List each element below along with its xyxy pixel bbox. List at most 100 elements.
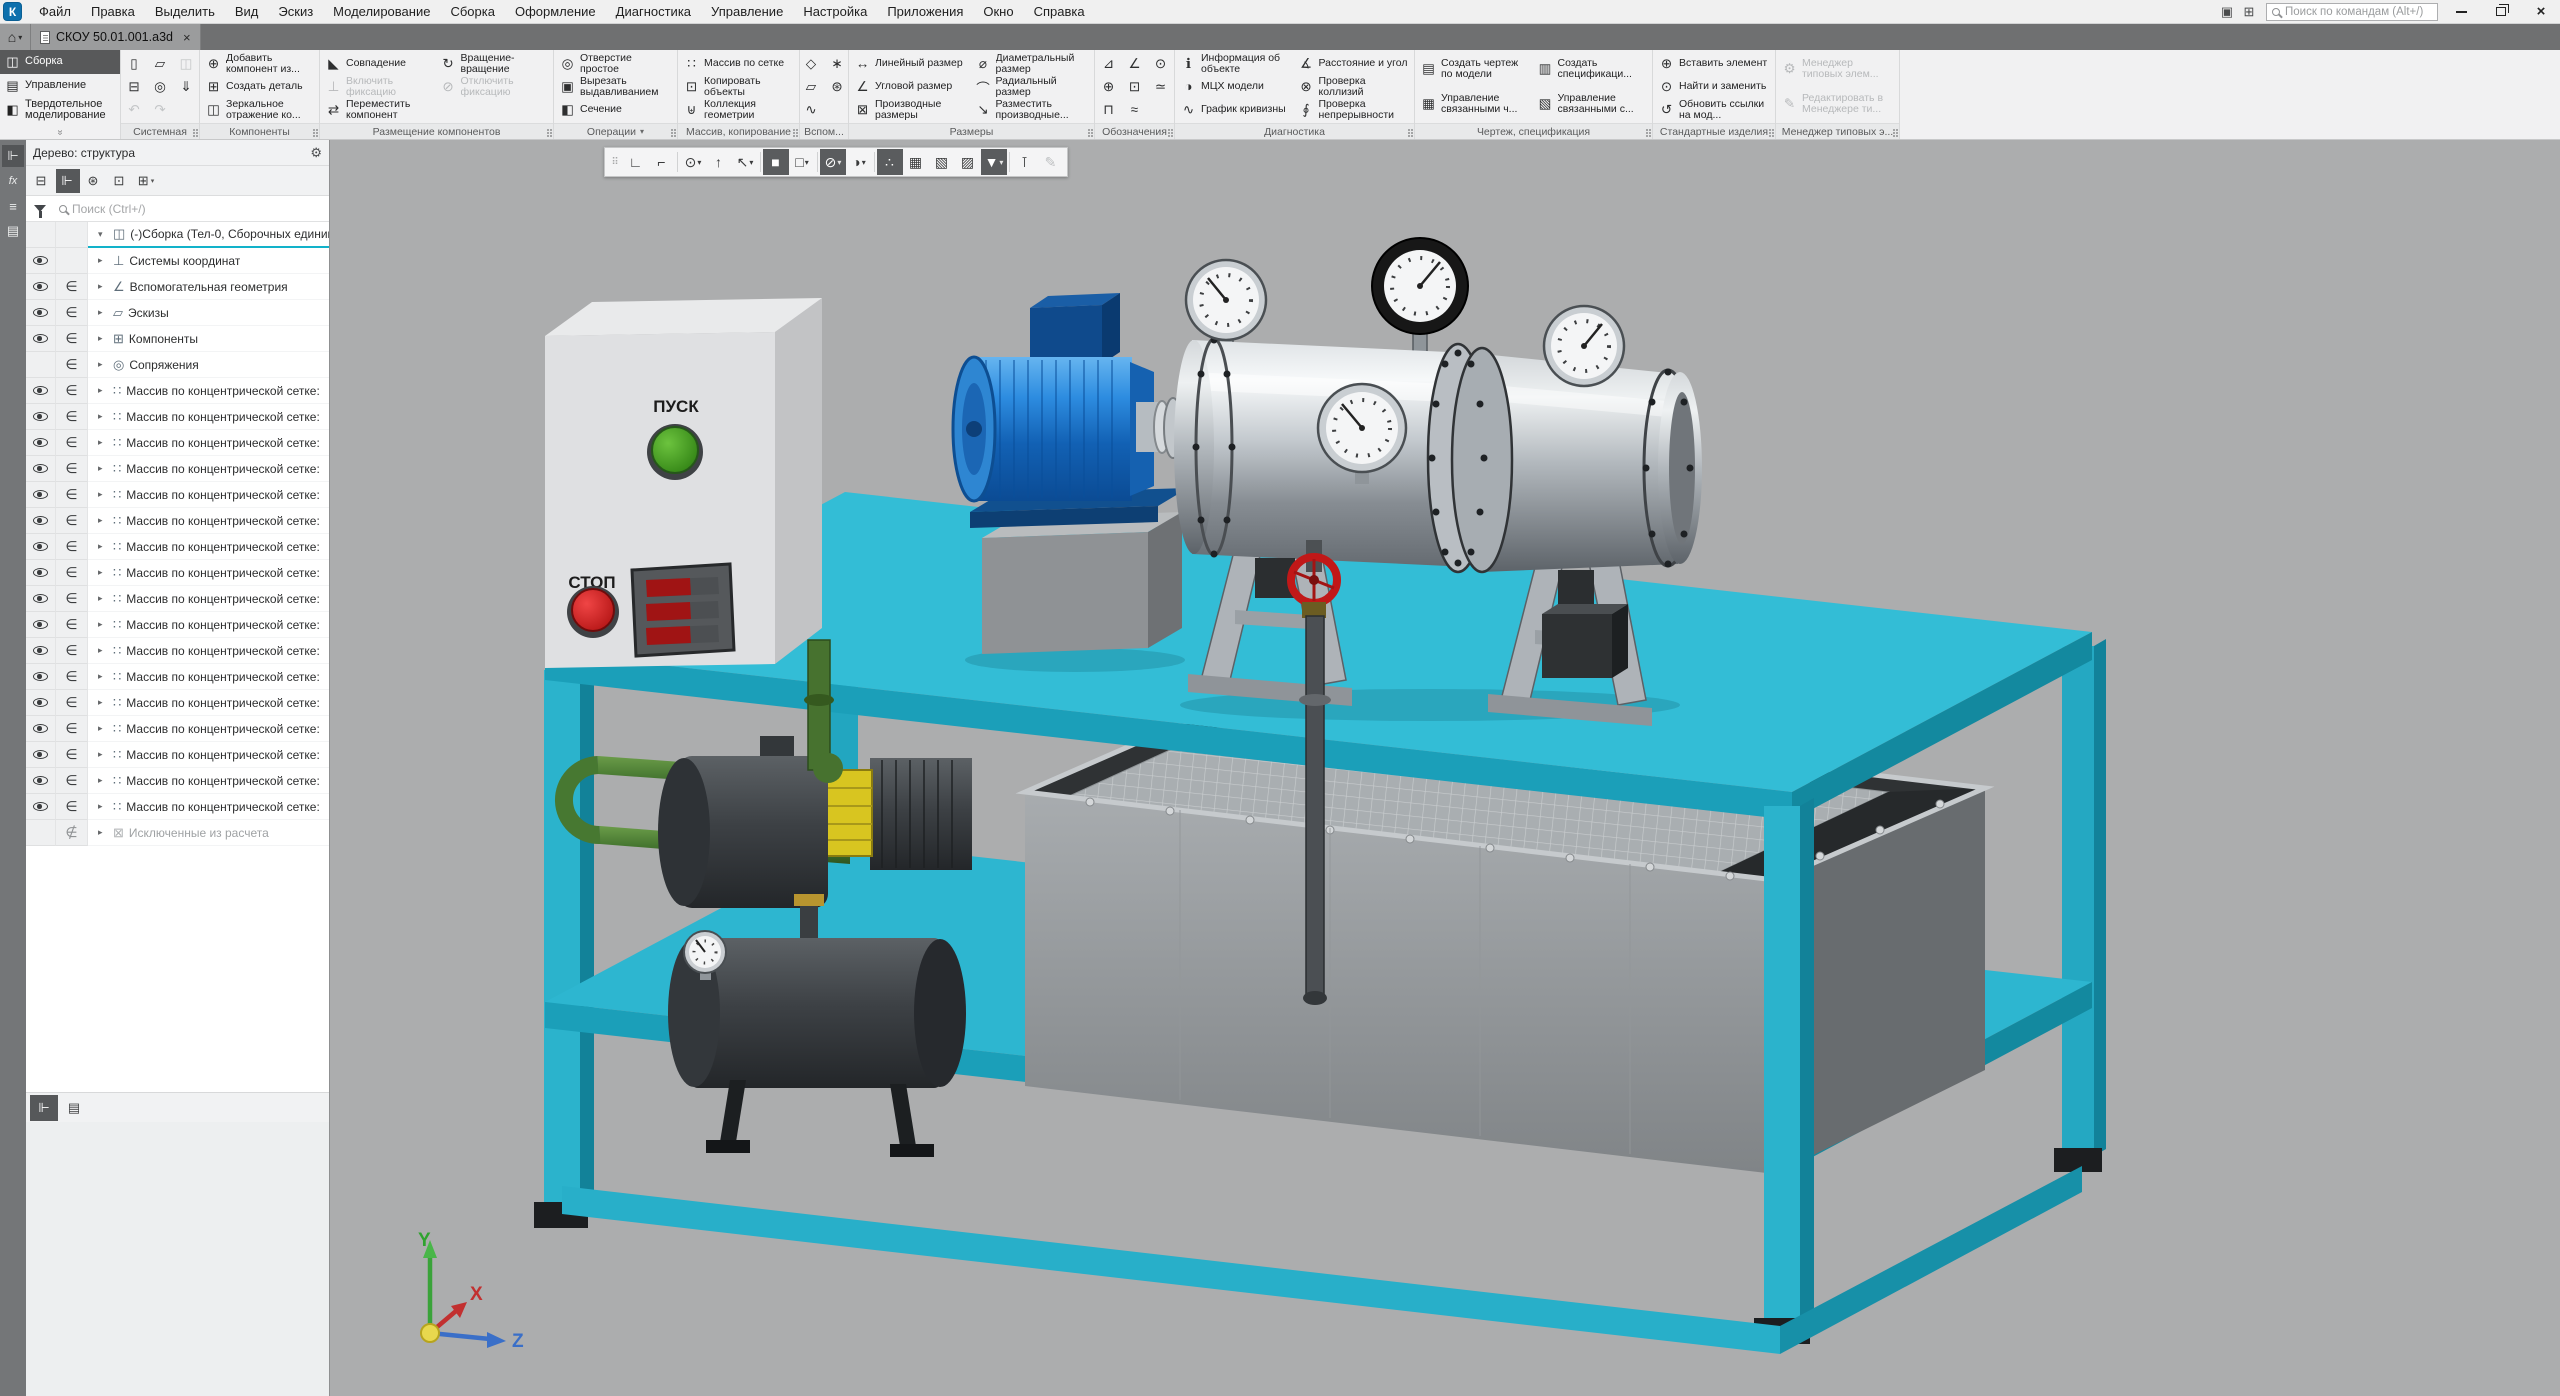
visibility-toggle[interactable]: [26, 534, 56, 560]
undo-icon[interactable]: ↶: [123, 100, 145, 120]
start-button[interactable]: [652, 427, 698, 473]
print-icon[interactable]: ⊟: [123, 77, 145, 97]
aux-plane2-icon[interactable]: ▱: [800, 77, 822, 97]
include-toggle[interactable]: ∈: [56, 716, 88, 742]
gear-icon[interactable]: ⚙: [310, 145, 322, 161]
menu-item[interactable]: Приложения: [877, 0, 973, 23]
expand-caret-icon[interactable]: ▸: [98, 359, 108, 370]
command-search-input[interactable]: [2285, 6, 2439, 18]
include-toggle[interactable]: ∈: [56, 456, 88, 482]
tree-row[interactable]: ∈ ▸ ∠ Вспомогательная геометрия: [26, 274, 329, 300]
tree-root-row[interactable]: ▾ ◫ (-)Сборка (Тел-0, Сборочных единиц: [26, 222, 329, 248]
curvature-graph-button[interactable]: ∿ График кривизны: [1178, 98, 1294, 121]
mirror-component-button[interactable]: ◫ Зеркальное отражение ко...: [203, 98, 316, 121]
group-grip-icon[interactable]: [1769, 129, 1771, 131]
refresh-model-links-button[interactable]: ↺ Обновить ссылки на мод...: [1656, 98, 1772, 121]
open-document-icon[interactable]: ▱: [149, 54, 171, 74]
scene-settings-button[interactable]: ▨: [955, 149, 981, 175]
include-toggle[interactable]: ∈: [56, 508, 88, 534]
visibility-toggle[interactable]: [26, 690, 56, 716]
tree-row[interactable]: ∈ ▸ ∷ Массив по концентрической сетке:: [26, 794, 329, 820]
include-toggle[interactable]: ∈: [56, 742, 88, 768]
mode-solid-modeling[interactable]: ◧ Твердотельное моделирование: [0, 98, 120, 122]
include-toggle[interactable]: ∈: [56, 612, 88, 638]
manage-linked-bom-button[interactable]: ▧ Управление связанными с...: [1535, 87, 1650, 122]
visibility-toggle[interactable]: [26, 612, 56, 638]
expand-caret-icon[interactable]: ▸: [98, 307, 108, 318]
tree-filter-button[interactable]: ⊞▾: [134, 169, 158, 193]
redo-icon[interactable]: ↷: [149, 100, 171, 120]
group-grip-icon[interactable]: [1893, 129, 1895, 131]
visibility-toggle[interactable]: [26, 456, 56, 482]
home-button[interactable]: ⌂ ▾: [0, 24, 30, 50]
coincident-mate-button[interactable]: ◣ Совпадение: [323, 52, 436, 75]
electrical-box[interactable]: [1542, 604, 1628, 678]
tree-row[interactable]: ∉ ▸ ⊠ Исключенные из расчета: [26, 820, 329, 846]
aux-plane-icon[interactable]: ◇: [800, 54, 822, 74]
display-solid-button[interactable]: ■: [763, 149, 789, 175]
aux-spline-icon[interactable]: ∿: [800, 100, 822, 120]
continuity-check-button[interactable]: ∮ Проверка непрерывности: [1296, 98, 1412, 121]
restore-button[interactable]: [2484, 1, 2518, 23]
include-toggle[interactable]: ∈: [56, 378, 88, 404]
datum-icon[interactable]: ⊕: [1098, 77, 1120, 97]
visibility-toggle[interactable]: [26, 508, 56, 534]
tree-row[interactable]: ∈ ▸ ∷ Массив по концентрической сетке:: [26, 482, 329, 508]
menu-item[interactable]: Моделирование: [323, 0, 440, 23]
manage-linked-drawings-button[interactable]: ▦ Управление связанными ч...: [1418, 87, 1533, 122]
expand-caret-icon[interactable]: ▸: [98, 437, 108, 448]
menu-item[interactable]: Сборка: [440, 0, 505, 23]
expand-caret-icon[interactable]: ▸: [98, 567, 108, 578]
flag-icon[interactable]: ⊓: [1098, 100, 1120, 120]
menu-item[interactable]: Диагностика: [606, 0, 701, 23]
tree-row[interactable]: ∈ ▸ ∷ Массив по концентрической сетке:: [26, 378, 329, 404]
tree-row[interactable]: ∈ ▸ ∷ Массив по концентрической сетке:: [26, 768, 329, 794]
feed-pump-unit[interactable]: [564, 736, 972, 1157]
pressure-gauge-1[interactable]: [1186, 260, 1266, 340]
filter-button[interactable]: ▼▾: [981, 149, 1007, 175]
properties-list-icon[interactable]: ▤: [2, 220, 24, 242]
typical-elements-manager-button[interactable]: ⚙ Менеджер типовых элем...: [1779, 52, 1896, 87]
move-component-button[interactable]: ⇄ Переместить компонент: [323, 98, 436, 121]
radial-dimension-button[interactable]: ⌒ Радиальный размер: [973, 75, 1092, 98]
menu-item[interactable]: Настройка: [793, 0, 877, 23]
copy-objects-button[interactable]: ⊡ Копировать объекты: [681, 75, 796, 98]
tree-row[interactable]: ∈ ▸ ⊞ Компоненты: [26, 326, 329, 352]
section-button[interactable]: ◧ Сечение: [557, 98, 674, 121]
tree-row[interactable]: ∈ ▸ ◎ Сопряжения: [26, 352, 329, 378]
include-toggle[interactable]: ∈: [56, 638, 88, 664]
menu-item[interactable]: Справка: [1024, 0, 1095, 23]
include-toggle[interactable]: ∈: [56, 534, 88, 560]
menu-item[interactable]: Управление: [701, 0, 793, 23]
group-grip-icon[interactable]: [313, 129, 315, 131]
include-toggle[interactable]: ∈: [56, 300, 88, 326]
minimize-button[interactable]: [2444, 1, 2478, 23]
ribbon-collapse-button[interactable]: »: [0, 126, 120, 139]
disable-fixation-button[interactable]: ⊘ Отключить фиксацию: [438, 75, 551, 98]
include-toggle[interactable]: ∈: [56, 274, 88, 300]
toolbar-drag-handle[interactable]: ⠿: [608, 149, 623, 175]
tree-row[interactable]: ∈ ▸ ∷ Массив по концентрической сетке:: [26, 404, 329, 430]
tree-search-input[interactable]: [72, 202, 329, 216]
visibility-toggle[interactable]: [26, 664, 56, 690]
preview-icon[interactable]: ◎: [149, 77, 171, 97]
surface-mark-icon[interactable]: ≈: [1124, 100, 1146, 120]
expand-caret-icon[interactable]: ▸: [98, 723, 108, 734]
mode-assembly[interactable]: ◫ Сборка: [0, 50, 120, 74]
tree-structure-button[interactable]: ⊩: [56, 169, 80, 193]
create-bom-button[interactable]: ▥ Создать спецификаци...: [1535, 52, 1650, 87]
expand-caret-icon[interactable]: ▸: [98, 671, 108, 682]
command-search[interactable]: [2266, 3, 2438, 21]
include-toggle[interactable]: ∈: [56, 690, 88, 716]
tree-row[interactable]: ∈ ▸ ∷ Массив по концентрической сетке:: [26, 456, 329, 482]
group-grip-icon[interactable]: [1408, 129, 1410, 131]
tree-row[interactable]: ∈ ▸ ∷ Массив по концентрической сетке:: [26, 612, 329, 638]
expand-caret-icon[interactable]: ▸: [98, 827, 108, 838]
visibility-toggle[interactable]: [26, 378, 56, 404]
stop-button[interactable]: [572, 589, 614, 631]
tree-numbering-button[interactable]: ⊟: [30, 169, 54, 193]
windows-layout-icon[interactable]: ▣: [2216, 4, 2238, 20]
expand-caret-icon[interactable]: ▸: [98, 463, 108, 474]
include-toggle[interactable]: [56, 248, 88, 274]
viewport-3d[interactable]: ⠿ ∟ ⌐ ⊙▾ ↑: [330, 140, 2560, 1396]
